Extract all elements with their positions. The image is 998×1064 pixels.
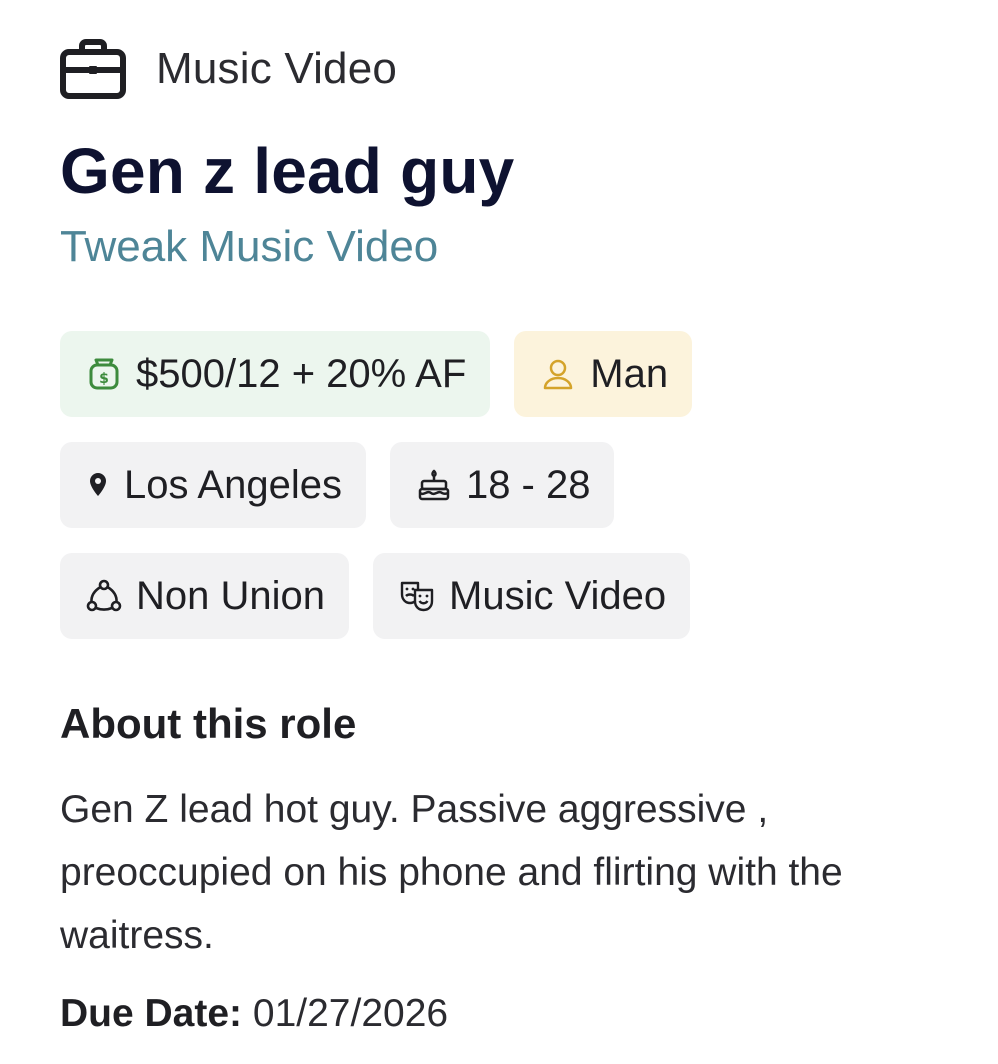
birthday-cake-icon <box>416 467 452 503</box>
due-date: Due Date: 01/27/2026 <box>60 992 448 1036</box>
about-description: Gen Z lead hot guy. Passive aggressive ,… <box>60 788 843 957</box>
age-range-label: 18 - 28 <box>465 462 591 507</box>
due-date-value: 01/27/2026 <box>252 992 449 1035</box>
category-label: Music Video <box>156 44 398 93</box>
pay-rate-tag: $ $500/12 + 20% AF <box>60 331 491 417</box>
gender-label: Man <box>590 351 669 396</box>
tag-row-union-type: Non Union Music Video <box>60 553 691 639</box>
union-network-icon <box>86 578 122 614</box>
tag-row-compensation: $ $500/12 + 20% AF Man <box>60 331 693 417</box>
location-label: Los Angeles <box>124 462 342 507</box>
location-tag: Los Angeles <box>60 442 366 528</box>
union-status-label: Non Union <box>136 573 326 618</box>
project-type-tag: Music Video <box>373 553 691 639</box>
about-heading: About this role <box>60 700 357 747</box>
category-row: Music Video <box>60 36 397 102</box>
pay-rate-label: $500/12 + 20% AF <box>136 351 467 396</box>
project-type-label: Music Video <box>449 573 667 618</box>
person-icon <box>540 356 576 392</box>
union-status-tag: Non Union <box>60 553 350 639</box>
svg-text:$: $ <box>99 371 109 387</box>
tag-row-location-age: Los Angeles 18 - 28 <box>60 442 615 528</box>
map-pin-icon <box>86 467 110 503</box>
theater-masks-icon <box>399 578 435 614</box>
briefcase-icon <box>60 38 128 100</box>
due-date-label: Due Date: <box>60 992 243 1035</box>
project-name-link[interactable]: Tweak Music Video <box>60 222 438 272</box>
money-bag-icon: $ <box>86 356 122 392</box>
gender-tag: Man <box>514 331 693 417</box>
age-range-tag: 18 - 28 <box>389 442 615 528</box>
role-title: Gen z lead guy <box>60 135 515 207</box>
